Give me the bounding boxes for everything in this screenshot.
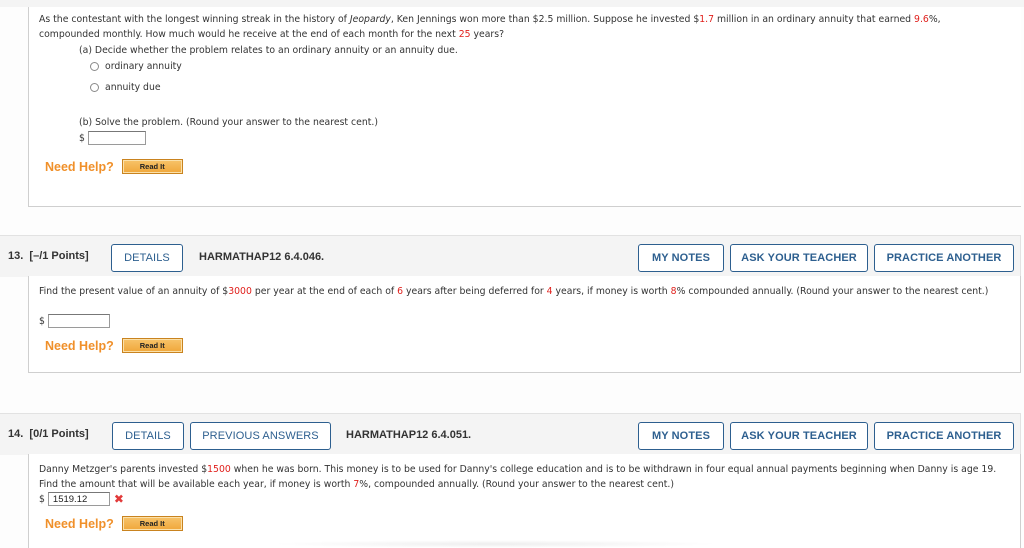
ask-your-teacher-button[interactable]: ASK YOUR TEACHER	[730, 422, 868, 450]
need-help-label: Need Help?	[45, 159, 114, 174]
question-14-answer-row: $ ✖	[39, 492, 124, 506]
highlighted-value: 25	[458, 29, 471, 40]
read-it-button[interactable]: Read It	[121, 159, 183, 174]
question-13-text: Find the present value of an annuity of …	[39, 284, 999, 299]
bottom-shadow-decoration	[270, 540, 720, 548]
need-help-label: Need Help?	[45, 516, 114, 531]
option-label: annuity due	[105, 82, 161, 93]
option-label: ordinary annuity	[105, 61, 182, 72]
option-ordinary-annuity[interactable]: ordinary annuity	[90, 61, 182, 72]
question-14-text: Danny Metzger's parents invested $1500 w…	[39, 462, 999, 492]
question-14-answer-input[interactable]	[47, 492, 110, 506]
option-annuity-due[interactable]: annuity due	[90, 82, 161, 93]
text-segment: Danny Metzger's parents invested $	[39, 464, 208, 475]
question-12-answer-row: $	[79, 131, 146, 145]
need-help-label: Need Help?	[45, 338, 114, 353]
question-14-header: 14. [0/1 Points] DETAILS PREVIOUS ANSWER…	[0, 413, 1021, 455]
practice-another-button[interactable]: PRACTICE ANOTHER	[874, 244, 1014, 272]
question-13-answer-row: $	[39, 314, 110, 328]
problem-id: HARMATHAP12 6.4.051.	[346, 429, 472, 441]
question-12-part-b-label: (b) Solve the problem. (Round your answe…	[79, 117, 378, 128]
ask-your-teacher-button[interactable]: ASK YOUR TEACHER	[730, 244, 868, 272]
text-segment: Find the present value of an annuity of …	[39, 286, 229, 297]
currency-symbol: $	[39, 493, 45, 505]
question-14-number: 14. [0/1 Points]	[8, 428, 89, 440]
radio-button[interactable]	[90, 83, 99, 92]
text-segment: % compounded annually. (Round your answe…	[676, 286, 989, 297]
text-segment: years, if money is worth	[552, 286, 671, 297]
question-12-text: As the contestant with the longest winni…	[39, 12, 999, 42]
my-notes-button[interactable]: MY NOTES	[638, 422, 724, 450]
question-number: 14.	[8, 428, 24, 440]
previous-answers-button[interactable]: PREVIOUS ANSWERS	[190, 422, 331, 450]
my-notes-button[interactable]: MY NOTES	[638, 244, 724, 272]
text-segment: %, compounded annually. (Round your answ…	[359, 479, 674, 490]
italic-text: Jeopardy	[349, 14, 391, 25]
text-segment: As the contestant with the longest winni…	[39, 14, 350, 25]
highlighted-value: 9.6	[914, 14, 929, 25]
page-top-strip	[0, 0, 1024, 7]
question-13-number: 13. [–/1 Points]	[8, 250, 89, 262]
question-14-panel: Danny Metzger's parents invested $1500 w…	[28, 454, 1021, 548]
text-segment: , Ken Jennings won more than $2.5 millio…	[390, 14, 700, 25]
problem-id: HARMATHAP12 6.4.046.	[199, 251, 325, 263]
question-13-header: 13. [–/1 Points] DETAILS HARMATHAP12 6.4…	[0, 235, 1021, 277]
highlighted-value: 1500	[207, 464, 231, 475]
radio-button[interactable]	[90, 62, 99, 71]
highlighted-value: 1.7	[699, 14, 715, 25]
question-points: [–/1 Points]	[29, 250, 89, 262]
question-12-help-row: Need Help? Read It	[45, 159, 183, 174]
currency-symbol: $	[79, 132, 85, 144]
question-12-part-a-label: (a) Decide whether the problem relates t…	[79, 45, 458, 56]
details-button[interactable]: DETAILS	[112, 422, 184, 450]
question-12-answer-input[interactable]	[87, 131, 146, 145]
question-13-answer-input[interactable]	[47, 314, 110, 328]
text-segment: per year at the end of each of	[251, 286, 398, 297]
question-number: 13.	[8, 250, 24, 262]
text-segment: million in an ordinary annuity that earn…	[714, 14, 915, 25]
read-it-button[interactable]: Read It	[121, 338, 183, 353]
highlighted-value: 3000	[228, 286, 252, 297]
question-13-panel: Find the present value of an annuity of …	[28, 276, 1021, 373]
practice-another-button[interactable]: PRACTICE ANOTHER	[874, 422, 1014, 450]
incorrect-x-icon: ✖	[113, 492, 124, 506]
question-12-panel: As the contestant with the longest winni…	[28, 7, 1021, 207]
question-14-help-row: Need Help? Read It	[45, 516, 183, 531]
question-13-help-row: Need Help? Read It	[45, 338, 183, 353]
details-button[interactable]: DETAILS	[111, 244, 183, 272]
text-segment: years?	[470, 29, 505, 40]
text-segment: years after being deferred for	[403, 286, 547, 297]
read-it-button[interactable]: Read It	[121, 516, 183, 531]
currency-symbol: $	[39, 315, 45, 327]
question-points: [0/1 Points]	[29, 428, 89, 440]
